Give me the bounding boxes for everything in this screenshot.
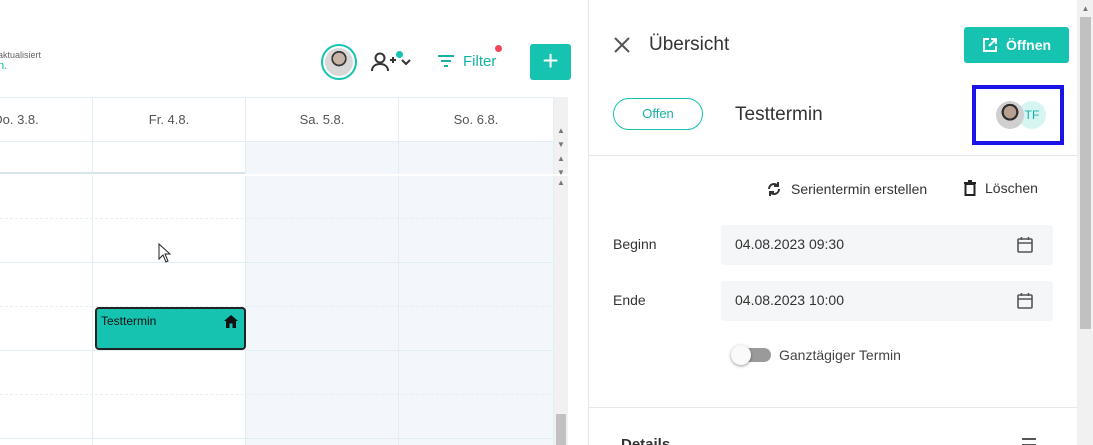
scroll-thumb[interactable] — [556, 414, 566, 445]
end-value: 04.08.2023 10:00 — [735, 292, 844, 308]
header-scrollbar[interactable]: ▲ ▼ ▲ ▼ — [554, 97, 568, 177]
add-person-icon — [371, 52, 396, 72]
create-series-label: Serientermin erstellen — [791, 181, 928, 197]
scroll-down-arrow[interactable]: ▼ — [554, 138, 568, 152]
attendee-avatars[interactable]: TF — [972, 85, 1064, 145]
filter-button[interactable]: Filter — [437, 45, 502, 72]
mouse-cursor-icon — [158, 243, 172, 263]
allday-toggle[interactable] — [731, 345, 771, 365]
updated-line-2: n. — [0, 60, 8, 72]
hour-line — [0, 438, 554, 439]
filter-icon — [438, 55, 454, 67]
attendee-filter-button[interactable] — [370, 48, 422, 76]
end-label: Ende — [613, 292, 646, 308]
grid-column-sat[interactable] — [246, 176, 399, 445]
trash-icon — [964, 180, 976, 196]
chevron-down-icon — [401, 59, 411, 66]
scroll-up-arrow[interactable]: ▲ — [554, 176, 568, 190]
open-button-label: Öffnen — [1005, 37, 1052, 53]
panel-title: Übersicht — [649, 34, 730, 55]
current-user-avatar[interactable] — [321, 44, 357, 80]
delete-button[interactable]: Löschen — [963, 180, 1038, 196]
close-icon[interactable] — [613, 36, 631, 54]
filter-label: Filter — [463, 52, 497, 70]
status-badge[interactable]: Offen — [613, 98, 703, 130]
calendar-icon[interactable] — [1017, 236, 1033, 253]
divider — [589, 407, 1079, 408]
attendee-avatar-photo — [996, 101, 1024, 129]
panel-scrollbar[interactable]: ▲ — [1077, 0, 1093, 445]
filter-active-dot — [495, 45, 502, 52]
calendar-toolbar: aktualisiert n. Filter + — [0, 0, 588, 97]
delete-label: Löschen — [985, 180, 1038, 196]
hour-line — [0, 350, 554, 351]
day-header-sun[interactable]: So. 6.8. — [399, 98, 554, 143]
open-button[interactable]: Öffnen — [964, 27, 1069, 63]
scroll-up-arrow-2[interactable]: ▲ — [554, 152, 568, 166]
begin-value: 04.08.2023 09:30 — [735, 236, 844, 252]
time-grid — [0, 176, 554, 445]
allday-label: Ganztägiger Termin — [779, 347, 901, 363]
home-icon — [224, 315, 238, 328]
calendar-event[interactable]: Testtermin — [95, 307, 246, 350]
begin-label: Beginn — [613, 236, 657, 252]
allday-cell[interactable] — [0, 142, 93, 174]
last-updated-text: aktualisiert n. — [0, 50, 41, 72]
half-hour-line — [0, 394, 554, 395]
day-header-sat[interactable]: Sa. 5.8. — [246, 98, 399, 143]
calendar-icon[interactable] — [1017, 292, 1033, 309]
open-external-icon — [982, 38, 997, 52]
presence-dot — [396, 51, 403, 58]
grid-column-sun[interactable] — [399, 176, 554, 445]
create-series-button[interactable]: Serientermin erstellen — [765, 180, 927, 198]
day-header-fri[interactable]: Fr. 4.8. — [93, 98, 246, 143]
scroll-up-arrow[interactable]: ▲ — [1077, 0, 1093, 17]
avatar-photo — [325, 48, 353, 76]
begin-datetime-field[interactable]: 04.08.2023 09:30 — [721, 225, 1053, 265]
day-header-thu[interactable]: Do. 3.8. — [0, 98, 93, 143]
scroll-thumb[interactable] — [1080, 17, 1091, 329]
event-title: Testtermin — [101, 314, 157, 328]
scroll-up-arrow[interactable]: ▲ — [554, 124, 568, 138]
hour-line — [0, 262, 554, 263]
toggle-knob — [731, 345, 751, 365]
grid-column-thu[interactable] — [0, 176, 93, 445]
add-event-button[interactable]: + — [530, 44, 571, 80]
calendar-view: aktualisiert n. Filter + Do. 3.8. Fr. — [0, 0, 588, 445]
event-name: Testtermin — [735, 104, 823, 125]
details-heading: Details — [621, 436, 671, 445]
allday-cell[interactable] — [93, 142, 246, 174]
end-datetime-field[interactable]: 04.08.2023 10:00 — [721, 281, 1053, 321]
allday-cell[interactable] — [399, 142, 554, 174]
allday-row — [0, 142, 554, 174]
repeat-icon — [768, 182, 780, 196]
day-header-row: Do. 3.8. Fr. 4.8. Sa. 5.8. So. 6.8. — [0, 97, 554, 143]
divider — [589, 155, 1079, 156]
collapse-icon[interactable] — [1021, 437, 1037, 445]
grid-scrollbar[interactable]: ▲ — [554, 176, 568, 445]
allday-cell[interactable] — [246, 142, 399, 174]
half-hour-line — [0, 306, 554, 307]
half-hour-line — [0, 218, 554, 219]
event-overview-panel: Übersicht Öffnen Offen Testtermin TF Ser… — [588, 0, 1093, 445]
